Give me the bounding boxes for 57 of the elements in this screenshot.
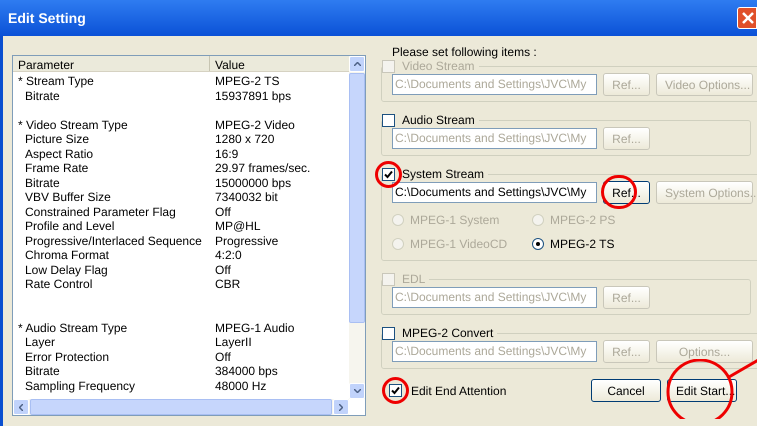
value-cell-text: MPEG-2 Video: [214, 118, 295, 132]
value-cell-text: LayerII: [214, 335, 252, 350]
value-cell-text: MP@HL: [214, 219, 261, 234]
close-button[interactable]: [737, 7, 757, 29]
column-header[interactable]: Parameter: [13, 56, 210, 71]
column-header[interactable]: Value: [210, 56, 349, 71]
vertical-scrollbar[interactable]: [349, 56, 365, 399]
parameter-cell-text: Bitrate: [24, 176, 61, 190]
parameter-cell-text: * Stream Type: [17, 74, 95, 88]
value-cell-text: Progressive: [214, 234, 278, 248]
parameter-cell-text: Rate Control: [24, 277, 94, 292]
value-cell-text: 29.97 frames/sec.: [214, 161, 310, 176]
check-icon: [391, 386, 400, 395]
checkbox[interactable]: [382, 168, 395, 180]
value-cell-text: Off: [214, 262, 231, 277]
parameter-cell-text: Chroma Format: [24, 248, 110, 262]
instruction-text: Please set following items :: [391, 44, 538, 59]
parameter-cell-text: Sampling Frequency: [24, 378, 136, 393]
value-cell-text: 384000 bps: [214, 364, 278, 378]
parameter-cell-text: Progressive/Interlaced Sequence: [24, 234, 203, 248]
checkbox[interactable]: [382, 326, 395, 340]
checkbox[interactable]: [382, 114, 395, 126]
parameter-cell-text: Layer: [24, 335, 56, 350]
value-cell-text: 4:2:0: [214, 248, 242, 262]
value-cell-text: 48000 Hz: [214, 378, 266, 393]
parameter-cell-text: Error Protection: [24, 350, 110, 364]
path-field[interactable]: C:\Documents and Settings\JVC\My: [392, 182, 597, 203]
parameter-cell-text: Frame Rate: [24, 161, 90, 176]
parameter-cell-text: VBV Buffer Size: [24, 190, 112, 204]
parameter-cell-text: * Audio Stream Type: [17, 320, 128, 335]
value-cell-text: Off: [214, 204, 231, 219]
parameter-cell-text: Profile and Level: [24, 219, 116, 234]
value-cell-text: 1280 x 720: [214, 132, 274, 146]
window-title: Edit Setting: [8, 8, 86, 28]
button[interactable]: Cancel: [591, 379, 661, 402]
radio-button[interactable]: [532, 238, 544, 250]
horizontal-scrollbar[interactable]: [13, 399, 349, 415]
value-cell-text: Off: [214, 350, 231, 364]
value-cell-text: CBR: [214, 277, 240, 292]
value-cell-text: 15937891 bps: [214, 88, 292, 103]
value-cell-text: 7340032 bit: [214, 190, 278, 204]
parameter-cell-text: * Video Stream Type: [17, 118, 129, 132]
value-cell-text: MPEG-2 TS: [214, 74, 280, 88]
parameter-cell-text: Aspect Ratio: [24, 146, 94, 161]
value-cell-text: 16:9: [214, 146, 238, 161]
checkbox-label[interactable]: Edit End Attention: [411, 382, 506, 400]
radio-label[interactable]: MPEG-2 TS: [550, 235, 614, 253]
value-cell-text: 15000000 bps: [214, 176, 292, 190]
value-cell-text: MPEG-1 Audio: [214, 320, 294, 335]
parameter-cell-text: Constrained Parameter Flag: [24, 204, 177, 219]
parameter-cell-text: Low Delay Flag: [24, 262, 109, 277]
check-icon: [384, 170, 393, 178]
parameter-cell-text: Picture Size: [24, 132, 90, 146]
close-icon: [742, 12, 754, 24]
parameter-cell-text: Bitrate: [24, 88, 61, 103]
checkbox[interactable]: [389, 384, 402, 397]
parameter-cell-text: Bitrate: [24, 364, 61, 378]
